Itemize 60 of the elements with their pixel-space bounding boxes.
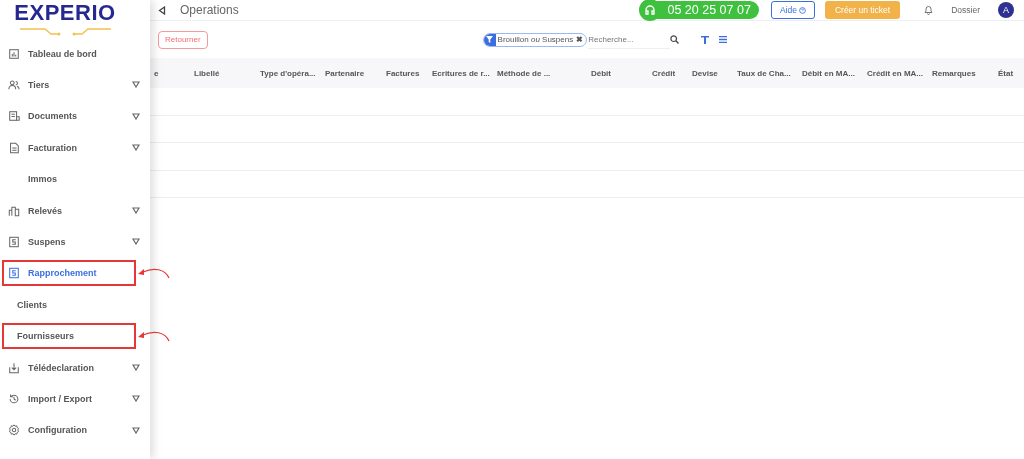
caret-icon[interactable] [132,144,140,152]
sidebar-item[interactable]: Tableau de bord [4,42,134,65]
column-header[interactable]: Partenaire [325,68,386,78]
page-title: Operations [180,3,240,17]
column-header[interactable]: Crédit en MA... [867,68,932,78]
caret-icon[interactable] [132,426,140,434]
help-button[interactable]: Aide [770,1,815,19]
caret-icon[interactable] [132,206,140,214]
user-avatar[interactable]: A [998,2,1014,18]
help-icon [798,6,806,14]
column-header[interactable]: Remarques [932,68,998,78]
menu-icon [8,424,20,437]
caret-icon[interactable] [132,363,140,371]
bell-icon[interactable] [924,5,934,15]
remove-filter-icon[interactable]: ✖ [575,35,585,44]
sidebar-item[interactable]: Clients [4,293,134,316]
sidebar-item[interactable]: Fournisseurs [4,325,134,348]
column-header[interactable]: Factures [386,68,432,78]
menu-icon [8,204,20,217]
menu-icon [8,361,20,374]
menu-icon [8,47,20,60]
column-header[interactable]: Ecritures de r... [432,68,497,78]
sidebar-item[interactable]: Tiers [4,74,134,97]
column-header[interactable]: Débit [591,68,652,78]
menu-icon [8,236,20,249]
menu-icon[interactable] [719,36,728,43]
menu-icon [8,141,20,154]
column-header[interactable]: e [150,68,194,78]
headset-icon [644,4,657,16]
caret-icon[interactable] [132,81,140,89]
caret-icon[interactable] [132,238,140,246]
logo: EXPERIO [14,0,116,26]
caret-icon[interactable] [132,395,140,403]
menu-icon [8,79,20,92]
back-icon[interactable] [158,5,166,15]
column-header[interactable]: Devise [692,68,737,78]
sidebar-item[interactable]: Documents [4,105,134,128]
caret-icon[interactable] [132,112,140,120]
column-header[interactable]: Crédit [652,68,692,78]
sidebar-item[interactable]: Suspens [4,231,134,254]
menu-icon [8,110,20,123]
circuit-line-icon [17,26,113,36]
column-header[interactable]: Débit en MA... [802,68,867,78]
sidebar-item[interactable]: Configuration [4,419,134,442]
column-header[interactable]: Libellé [194,68,260,78]
sidebar-item[interactable]: Import / Export [4,388,134,410]
sidebar-item[interactable]: Relevés [4,199,134,222]
search-icon [670,35,680,44]
filter-label: Brouillon ou Suspens [497,35,574,44]
sidebar-item[interactable]: Facturation [4,136,134,159]
menu-icon [8,267,20,280]
column-header[interactable]: État [998,68,1022,78]
column-header[interactable]: Type d'opéra... [260,68,325,78]
sidebar-item[interactable]: Télédeclaration [4,356,134,379]
column-header[interactable]: Taux de Cha... [737,68,802,78]
sidebar-item[interactable]: Immos [4,168,134,191]
column-header[interactable]: Méthode de ... [497,68,591,78]
menu-icon [8,393,20,405]
folder-link[interactable]: Dossier [951,5,980,15]
sidebar-item[interactable]: Rapprochement [4,262,134,285]
